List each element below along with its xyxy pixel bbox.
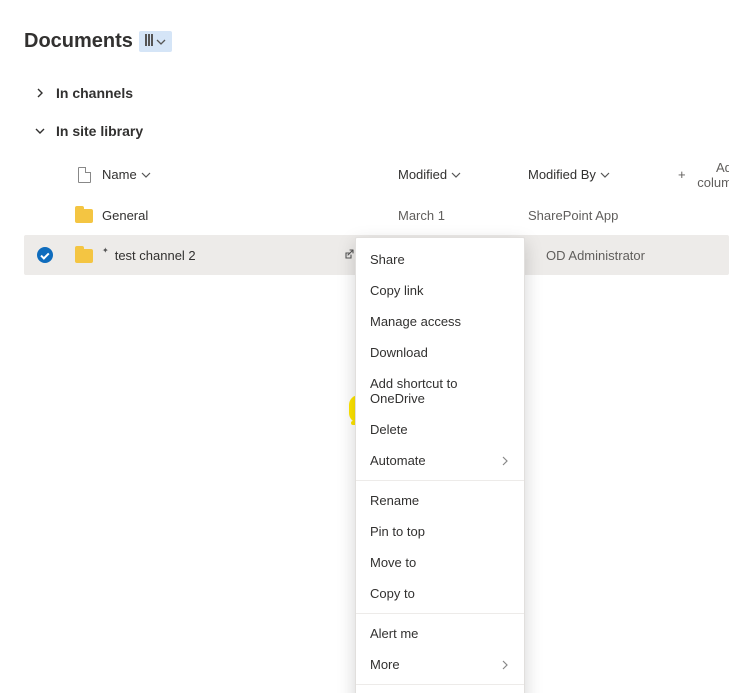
chevron-right-icon	[500, 456, 510, 466]
menu-item-download[interactable]: Download	[356, 337, 524, 368]
menu-item-pin-to-top[interactable]: Pin to top	[356, 516, 524, 547]
section-in-channels[interactable]: In channels	[24, 79, 729, 107]
modified-value: March 1	[398, 208, 528, 223]
menu-item-copy-link[interactable]: Copy link	[356, 275, 524, 306]
chevron-right-icon	[500, 660, 510, 670]
view-switcher[interactable]	[139, 31, 172, 52]
plus-icon: +	[678, 167, 686, 182]
chevron-down-icon	[451, 170, 461, 180]
selection-check-icon[interactable]	[37, 247, 53, 263]
menu-divider	[356, 480, 524, 481]
menu-item-alert-me[interactable]: Alert me	[356, 618, 524, 649]
menu-item-automate[interactable]: Automate	[356, 445, 524, 476]
view-icon	[145, 34, 154, 49]
menu-item-copy-to[interactable]: Copy to	[356, 578, 524, 609]
share-icon[interactable]	[342, 247, 356, 264]
modified-by-value: SharePoint App	[528, 208, 678, 223]
menu-item-more[interactable]: More	[356, 649, 524, 680]
context-menu: Share Copy link Manage access Download A…	[355, 237, 525, 693]
table-header: Name Modified Modified By + Add column	[24, 155, 729, 195]
section-in-site-library[interactable]: In site library	[24, 117, 729, 145]
menu-item-share[interactable]: Share	[356, 244, 524, 275]
column-header-type[interactable]	[66, 167, 102, 183]
modified-by-value: OD Administrator	[546, 248, 696, 263]
column-header-add[interactable]: + Add column	[678, 160, 729, 190]
menu-divider	[356, 613, 524, 614]
table-row[interactable]: General March 1 SharePoint App	[24, 195, 729, 235]
chevron-down-icon	[600, 170, 610, 180]
menu-item-delete[interactable]: Delete	[356, 414, 524, 445]
header-label: Modified	[398, 167, 447, 182]
folder-icon	[75, 249, 93, 263]
menu-item-details[interactable]: Details	[356, 689, 524, 693]
header-label: Modified By	[528, 167, 596, 182]
column-header-name[interactable]: Name	[102, 167, 342, 182]
chevron-down-icon	[156, 37, 166, 47]
menu-item-move-to[interactable]: Move to	[356, 547, 524, 578]
header-label: Name	[102, 167, 137, 182]
menu-divider	[356, 684, 524, 685]
folder-icon	[75, 209, 93, 223]
chevron-right-icon	[34, 87, 46, 99]
star-icon: ✦	[102, 246, 109, 255]
section-label: In channels	[56, 85, 133, 101]
header-label: Add column	[697, 160, 729, 190]
document-icon	[78, 167, 91, 183]
item-name[interactable]: General	[102, 208, 148, 223]
menu-item-add-shortcut[interactable]: Add shortcut to OneDrive	[356, 368, 524, 414]
column-header-modified[interactable]: Modified	[398, 167, 528, 182]
page-title: Documents	[24, 30, 133, 53]
item-name[interactable]: test channel 2	[115, 248, 196, 263]
section-label: In site library	[56, 123, 143, 139]
chevron-down-icon	[34, 125, 46, 137]
menu-item-rename[interactable]: Rename	[356, 485, 524, 516]
column-header-modified-by[interactable]: Modified By	[528, 167, 678, 182]
menu-item-manage-access[interactable]: Manage access	[356, 306, 524, 337]
chevron-down-icon	[141, 170, 151, 180]
